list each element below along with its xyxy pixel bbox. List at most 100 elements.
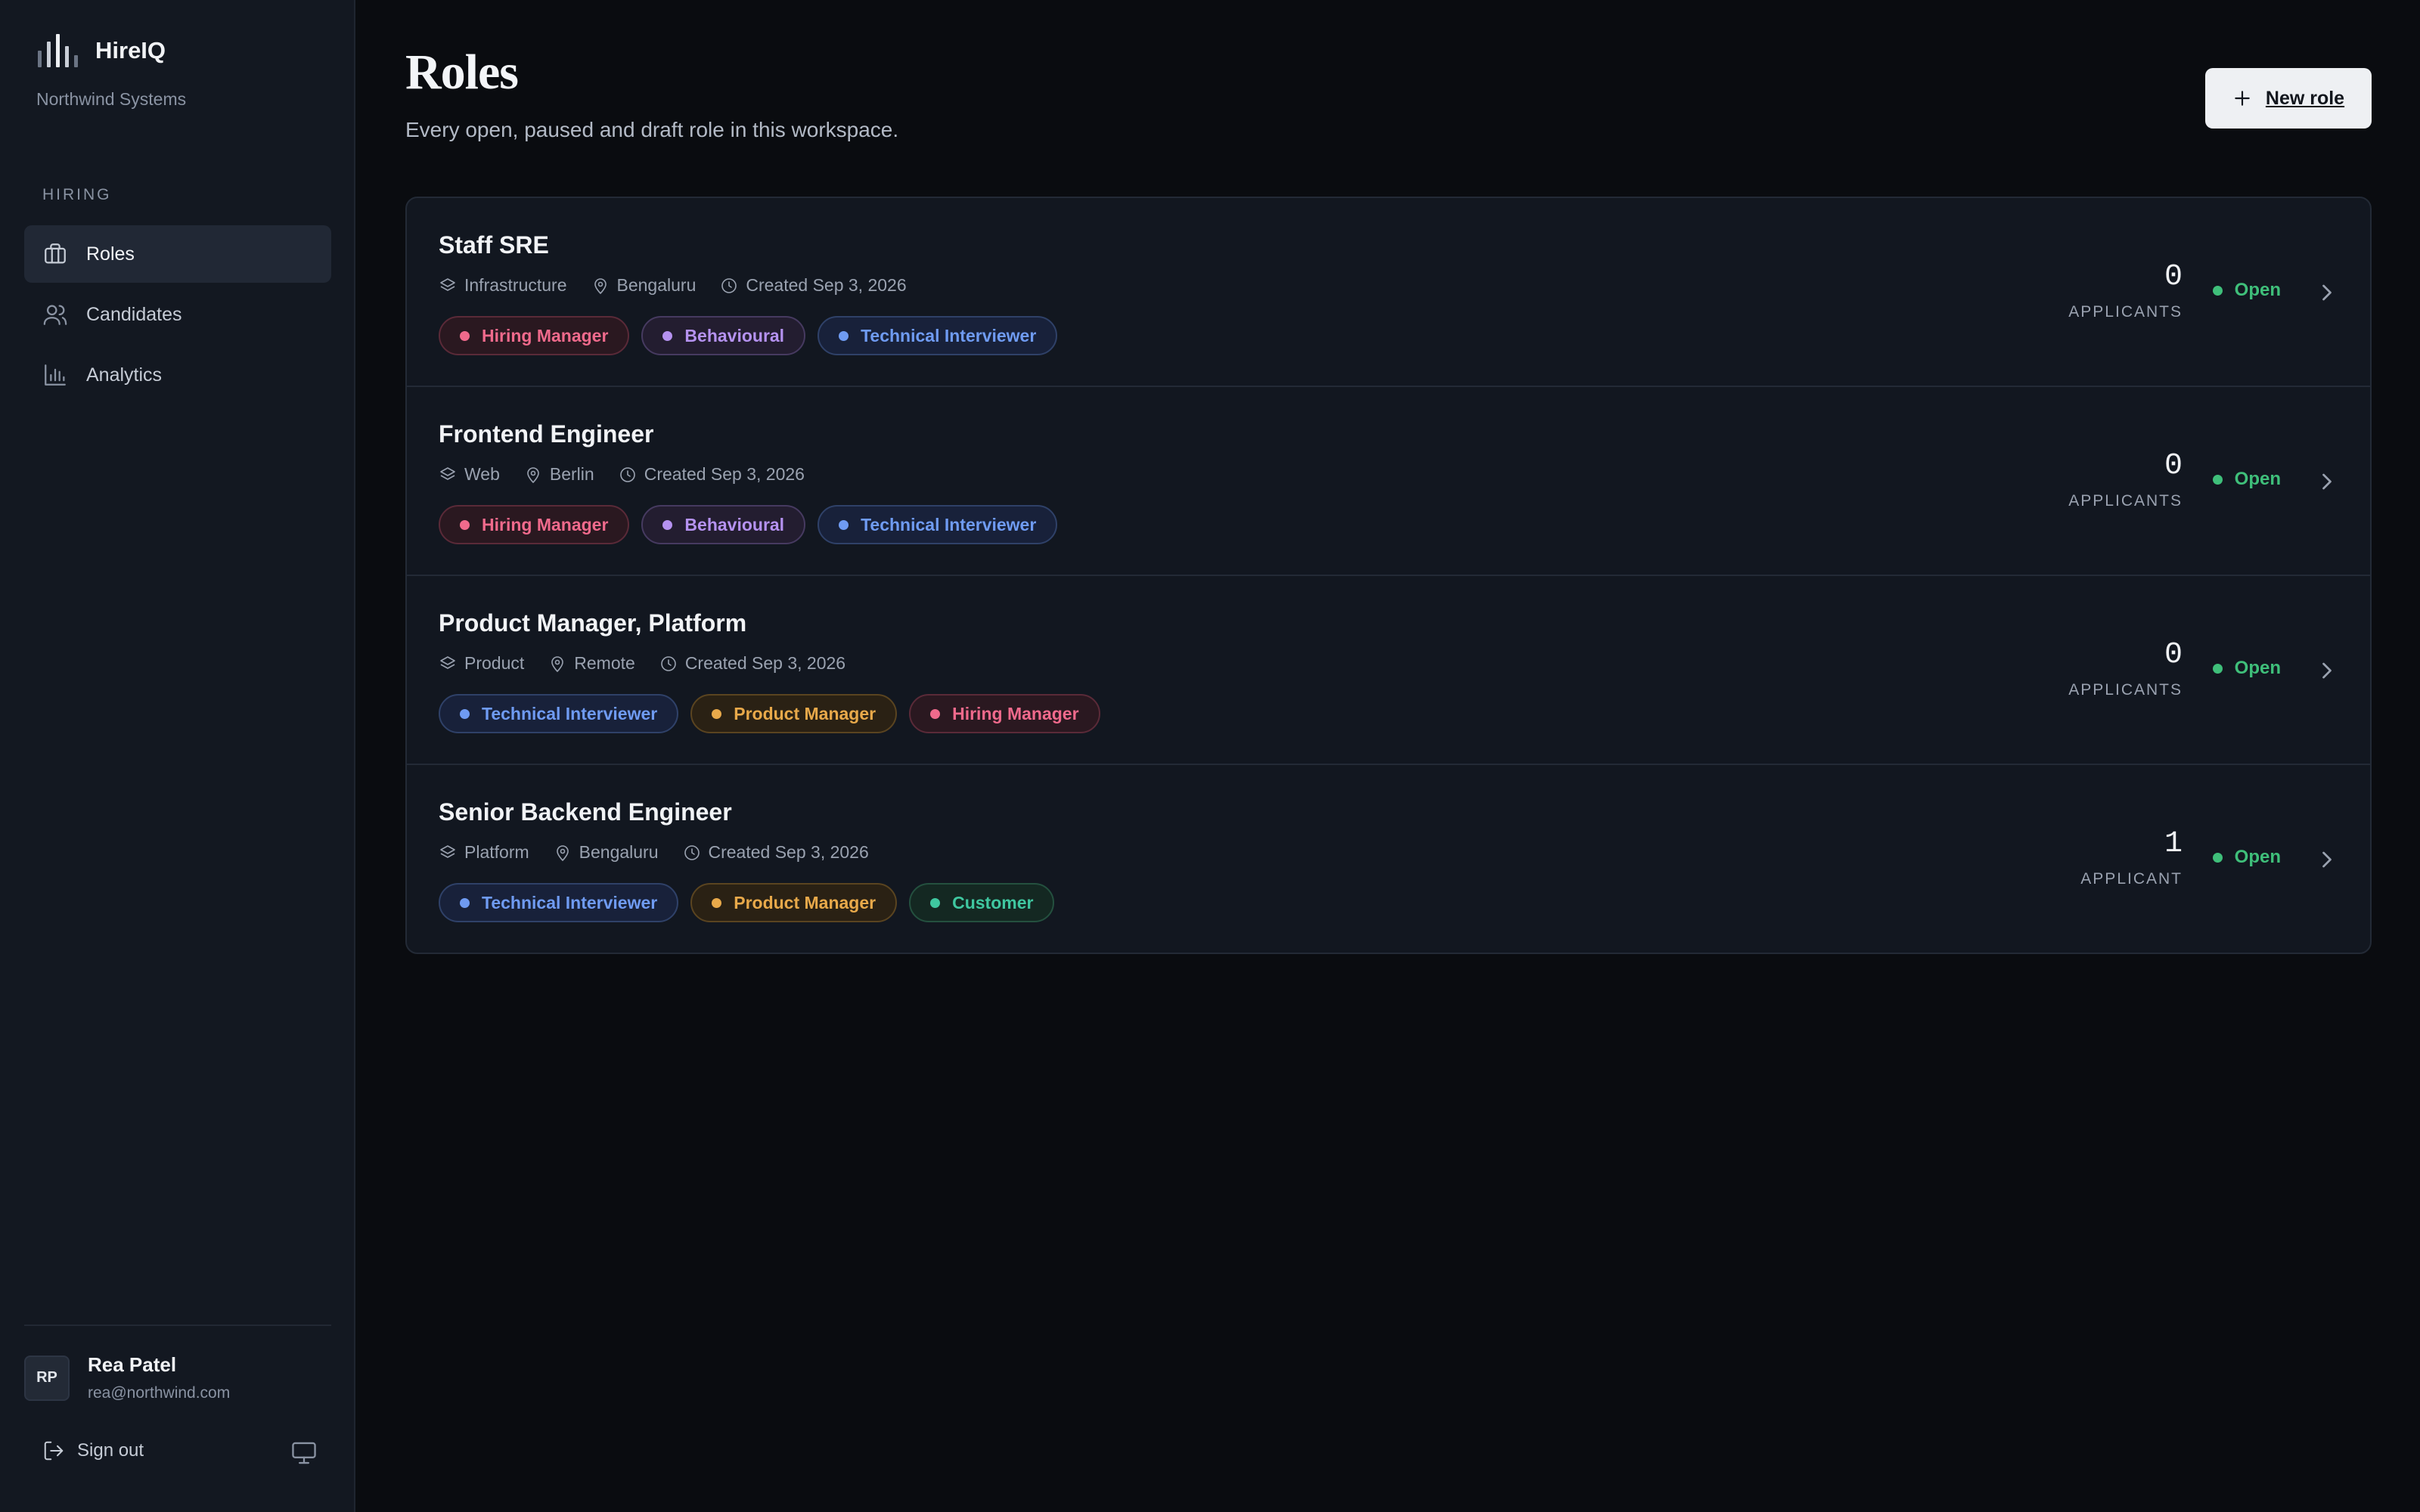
- map-pin-icon: [594, 277, 607, 294]
- applicant-count: 0 APPLICANTS: [2068, 449, 2183, 510]
- tag-dot: [712, 897, 722, 908]
- role-created: Created Sep 3, 2026: [659, 653, 845, 674]
- sidebar-item-analytics[interactable]: Analytics: [24, 346, 331, 404]
- tag-label: Behavioural: [684, 325, 785, 345]
- chevron-right-icon[interactable]: [2317, 659, 2337, 682]
- tag-label: Hiring Manager: [952, 703, 1079, 723]
- layers-icon: [440, 277, 455, 291]
- role-team: Infrastructure: [439, 275, 567, 296]
- role-location-label: Berlin: [549, 464, 594, 484]
- sidebar-item-label: Roles: [86, 243, 135, 265]
- tag-dot: [460, 330, 470, 341]
- briefcase-icon: [45, 243, 66, 264]
- applicant-count-label: APPLICANTS: [2068, 681, 2183, 699]
- role-created-label: Created Sep 3, 2026: [746, 275, 907, 295]
- role-team: Platform: [439, 842, 529, 863]
- role-created-label: Created Sep 3, 2026: [708, 842, 869, 862]
- role-created-label: Created Sep 3, 2026: [684, 653, 846, 673]
- role-location: Remote: [548, 653, 635, 674]
- tag-dot: [460, 519, 470, 530]
- role-meta: Web Berlin Created Sep 3, 2026: [439, 464, 829, 485]
- clock-icon: [684, 844, 700, 860]
- tag-dot: [839, 519, 849, 530]
- tag-label: Product Manager: [734, 703, 876, 723]
- role-team-label: Web: [464, 464, 500, 484]
- user-name: Rea Patel: [88, 1353, 177, 1376]
- interview-tag: Technical Interviewer: [439, 694, 679, 733]
- role-row[interactable]: Frontend Engineer Web Berlin Created Sep…: [407, 387, 2370, 576]
- avatar: RP: [24, 1355, 70, 1401]
- brand[interactable]: HireIQ: [36, 33, 166, 68]
- role-row[interactable]: Staff SRE Infrastructure Bengaluru Creat…: [407, 198, 2370, 387]
- role-meta: Product Remote Created Sep 3, 2026: [439, 653, 870, 674]
- status-label: Open: [2234, 658, 2281, 678]
- interview-tag: Behavioural: [641, 505, 806, 544]
- role-meta: Platform Bengaluru Created Sep 3, 2026: [439, 842, 893, 863]
- status-dot: [2212, 474, 2223, 485]
- sidebar-item-label: Analytics: [86, 364, 163, 386]
- app-name: HireIQ: [95, 37, 166, 64]
- tag-label: Hiring Manager: [482, 325, 609, 345]
- layers-icon: [440, 844, 455, 858]
- sign-out-label: Sign out: [77, 1440, 144, 1461]
- applicant-count: 0 APPLICANTS: [2068, 638, 2183, 699]
- tag-dot: [662, 519, 673, 530]
- role-location-label: Bengaluru: [579, 842, 659, 862]
- tag-label: Technical Interviewer: [482, 703, 658, 723]
- applicant-count-value: 0: [2164, 449, 2183, 483]
- interview-tag: Technical Interviewer: [818, 505, 1058, 544]
- sidebar-nav: Roles Candidates Analytics: [24, 225, 331, 407]
- applicant-count: 1 APPLICANT: [2080, 827, 2183, 888]
- chevron-right-icon[interactable]: [2317, 470, 2337, 493]
- role-team: Product: [439, 653, 524, 674]
- chevron-right-icon[interactable]: [2317, 281, 2337, 304]
- tag-dot: [460, 897, 470, 908]
- tag-label: Product Manager: [734, 892, 876, 912]
- log-out-icon: [44, 1441, 64, 1461]
- sidebar-item-label: Candidates: [86, 303, 182, 325]
- new-role-button[interactable]: New role: [2205, 68, 2372, 129]
- interview-tag: Technical Interviewer: [818, 316, 1058, 355]
- applicant-count: 0 APPLICANTS: [2068, 260, 2183, 321]
- role-location: Bengaluru: [591, 275, 697, 296]
- role-created-label: Created Sep 3, 2026: [644, 464, 805, 484]
- role-team-label: Product: [464, 653, 525, 673]
- status-dot: [2212, 285, 2223, 296]
- bar-chart-icon: [45, 364, 66, 386]
- role-created: Created Sep 3, 2026: [619, 464, 805, 485]
- sidebar-item-roles[interactable]: Roles: [24, 225, 331, 283]
- user-card[interactable]: RP Rea Patel rea@northwind.com: [24, 1353, 230, 1402]
- applicant-count-value: 1: [2164, 827, 2183, 861]
- status-dot: [2212, 663, 2223, 674]
- role-location-label: Bengaluru: [616, 275, 697, 295]
- chevron-right-icon[interactable]: [2317, 848, 2337, 871]
- tag-dot: [930, 708, 941, 719]
- applicant-count-label: APPLICANT: [2080, 870, 2183, 888]
- interview-tag: Customer: [909, 883, 1055, 922]
- status-badge: Open: [2212, 469, 2281, 490]
- tag-dot: [930, 897, 941, 908]
- status-dot: [2212, 852, 2223, 863]
- tag-label: Technical Interviewer: [861, 514, 1037, 534]
- role-title: Staff SRE: [439, 231, 549, 259]
- role-location-label: Remote: [574, 653, 635, 673]
- role-interview-tags: Hiring Manager Behavioural Technical Inter…: [439, 316, 1069, 355]
- tag-dot: [839, 330, 849, 341]
- role-location: Bengaluru: [554, 842, 659, 863]
- role-created: Created Sep 3, 2026: [720, 275, 907, 296]
- role-row[interactable]: Product Manager, Platform Product Remote: [407, 576, 2370, 765]
- applicant-count-value: 0: [2164, 638, 2183, 672]
- role-row[interactable]: Senior Backend Engineer Platform Bengalu…: [407, 765, 2370, 953]
- page-title: Roles: [405, 45, 519, 100]
- status-label: Open: [2234, 280, 2281, 300]
- tag-dot: [712, 708, 722, 719]
- layers-icon: [440, 466, 455, 480]
- interview-tag: Product Manager: [690, 694, 898, 733]
- role-interview-tags: Technical Interviewer Product Manager Hiri…: [439, 694, 1112, 733]
- sidebar-item-candidates[interactable]: Candidates: [24, 286, 331, 343]
- user-email: rea@northwind.com: [88, 1384, 231, 1402]
- monitor-icon[interactable]: [290, 1441, 318, 1465]
- role-created: Created Sep 3, 2026: [683, 842, 869, 863]
- sign-out-button[interactable]: Sign out: [42, 1439, 144, 1462]
- interview-tag: Behavioural: [641, 316, 806, 355]
